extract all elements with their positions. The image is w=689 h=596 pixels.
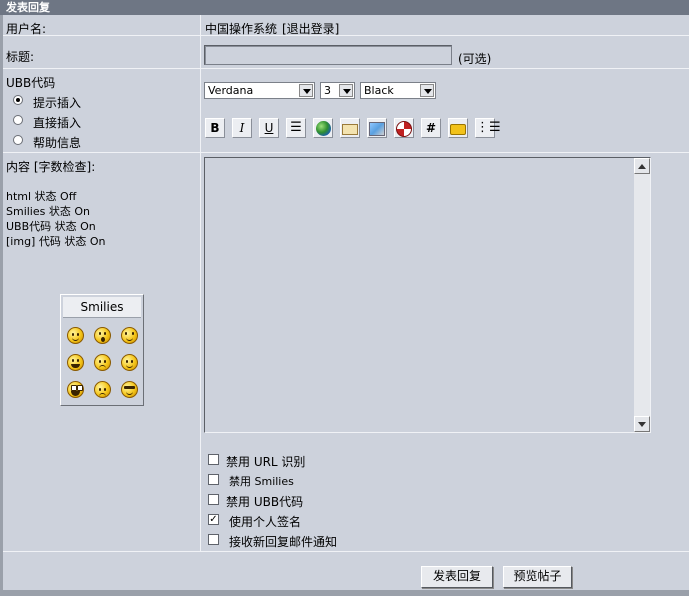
submit-reply-button[interactable]: 发表回复	[421, 566, 493, 588]
use-signature-label: 使用个人签名	[229, 515, 302, 529]
radio-help-info-label: 帮助信息	[33, 136, 82, 150]
surprised-smiley-icon[interactable]	[94, 327, 111, 344]
size-select[interactable]: 3	[320, 82, 355, 99]
laugh-smiley-icon[interactable]	[67, 381, 84, 398]
window-title: 发表回复	[0, 0, 689, 15]
status-html: html 状态 Off	[6, 190, 77, 203]
grin-smiley-icon[interactable]	[67, 354, 84, 371]
preview-post-button[interactable]: 预览帖子	[503, 566, 572, 588]
rolleyes-smiley-icon[interactable]	[121, 327, 138, 344]
left-edge	[0, 15, 3, 596]
row-divider	[3, 551, 689, 552]
status-img: [img] 代码 状态 On	[6, 235, 106, 248]
size-select-value: 3	[324, 84, 331, 97]
content-colon: :	[91, 160, 96, 174]
use-signature-checkbox[interactable]: ✓	[208, 514, 219, 525]
subject-optional-hint: (可选)	[458, 52, 492, 66]
font-select[interactable]: Verdana	[204, 82, 315, 99]
center-align-icon[interactable]: ☰	[286, 118, 306, 138]
chevron-down-icon	[339, 84, 353, 97]
disable-url-checkbox[interactable]	[208, 454, 219, 465]
username-label: 用户名:	[6, 22, 47, 36]
reply-form: 用户名: 中国操作系统 [退出登录] 标题: (可选) UBB代码 提示插入 直…	[3, 15, 689, 588]
globe-link-icon[interactable]	[313, 118, 333, 138]
logout-link[interactable]: [退出登录]	[282, 20, 339, 37]
email-notify-checkbox[interactable]	[208, 534, 219, 545]
content-label-text: 内容	[6, 160, 31, 174]
chevron-down-icon	[420, 84, 434, 97]
status-smilies: Smilies 状态 On	[6, 205, 90, 218]
bold-icon[interactable]: B	[205, 118, 225, 138]
list-icon[interactable]: ⋮☰	[475, 118, 501, 138]
radio-direct-insert[interactable]	[13, 115, 23, 125]
disable-ubb-checkbox[interactable]	[208, 494, 219, 505]
subject-input[interactable]	[204, 45, 452, 65]
italic-icon[interactable]: I	[232, 118, 252, 138]
column-divider	[200, 15, 201, 551]
disable-smilies-checkbox[interactable]	[208, 474, 219, 485]
disable-smilies-label: 禁用 Smilies	[229, 475, 294, 488]
username-value: 中国操作系统	[205, 22, 278, 36]
flash-icon[interactable]	[394, 118, 414, 138]
disable-ubb-label: 禁用 UBB代码	[226, 495, 304, 509]
email-icon[interactable]	[340, 118, 360, 138]
font-select-value: Verdana	[208, 84, 254, 97]
radio-help-info[interactable]	[13, 135, 23, 145]
scroll-up-icon[interactable]	[634, 158, 650, 174]
tongue-smiley-icon[interactable]	[67, 327, 84, 344]
char-check-link[interactable]: [字数检查]	[34, 160, 91, 174]
hash-code-icon[interactable]: #	[421, 118, 441, 138]
disable-url-label: 禁用 URL 识别	[226, 455, 306, 469]
bottom-edge	[0, 590, 689, 596]
row-divider	[3, 35, 689, 36]
sad-smiley-icon[interactable]	[94, 354, 111, 371]
smile-smiley-icon[interactable]	[121, 354, 138, 371]
underline-icon[interactable]: U	[259, 118, 279, 138]
row-divider	[3, 152, 689, 153]
color-select[interactable]: Black	[360, 82, 436, 99]
content-label: 内容 [字数检查]:	[6, 158, 95, 175]
smilies-panel-title: Smilies	[63, 297, 141, 318]
row-divider	[3, 68, 689, 69]
image-icon[interactable]	[367, 118, 387, 138]
status-ubb: UBB代码 状态 On	[6, 220, 96, 233]
radio-direct-insert-label: 直接插入	[33, 116, 82, 130]
color-select-value: Black	[364, 84, 394, 97]
email-notify-label: 接收新回复邮件通知	[229, 535, 338, 549]
content-textarea[interactable]	[204, 157, 651, 433]
ubb-label: UBB代码	[6, 76, 56, 90]
angry-smiley-icon[interactable]	[94, 381, 111, 398]
cool-smiley-icon[interactable]	[121, 381, 138, 398]
smilies-panel: Smilies	[60, 294, 144, 406]
subject-label: 标题:	[6, 50, 35, 64]
radio-prompt-insert[interactable]	[13, 95, 23, 105]
scroll-down-icon[interactable]	[634, 416, 650, 432]
textarea-scrollbar[interactable]	[634, 158, 650, 432]
chevron-down-icon	[299, 84, 313, 97]
radio-prompt-insert-label: 提示插入	[33, 96, 82, 110]
quote-icon[interactable]	[448, 118, 468, 138]
